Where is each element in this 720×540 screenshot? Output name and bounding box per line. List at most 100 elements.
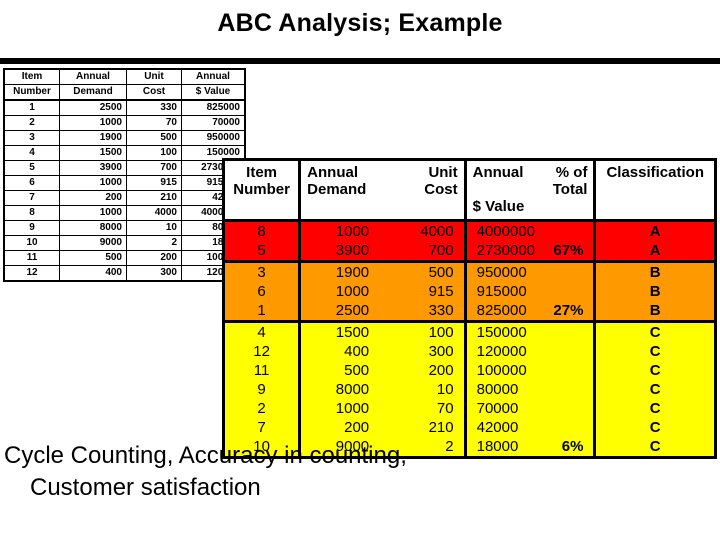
raw-cell-item: 9	[3, 220, 60, 236]
abc-cell-demand: 2500	[335, 302, 370, 319]
abc-cell-item-number: 11	[221, 361, 302, 380]
abc-cell-classification: A	[593, 241, 717, 263]
abc-cell-annual-value: 825000	[476, 302, 527, 319]
abc-cell-item-number: 12	[221, 342, 302, 361]
abc-cell-item-number: 6	[221, 282, 302, 301]
raw-cell-item: 6	[3, 175, 60, 191]
abc-cell-annual-value: 2730000	[476, 242, 536, 259]
table-row: 2 1000 70 70000	[3, 115, 246, 131]
raw-header-cost-line1: Unit	[126, 68, 182, 85]
raw-cell-demand: 1000	[59, 115, 127, 131]
abc-cell-demand-cost: 3900 700	[298, 241, 467, 263]
abc-cell-annual-value: 70000	[476, 400, 519, 417]
table-row: 720021042000	[3, 190, 246, 206]
table-row: 3 1900 500 950000	[3, 130, 246, 146]
abc-cell-value-percent: 120000	[463, 342, 597, 361]
abc-cell-classification: C	[593, 380, 717, 399]
page-title: ABC Analysis; Example	[217, 9, 503, 37]
abc-header-classification: Classification	[593, 159, 717, 222]
abc-cell-cost: 70	[436, 400, 454, 417]
abc-cell-annual-value: 42000	[476, 419, 519, 436]
raw-cell-demand: 1000	[59, 205, 127, 221]
abc-cell-annual-value: 950000	[476, 264, 527, 281]
abc-cell-cost: 330	[428, 302, 454, 319]
raw-cell-item: 12	[3, 265, 60, 282]
abc-cell-cost: 210	[428, 419, 454, 436]
abc-cell-demand-cost: 1000 915	[298, 282, 467, 301]
raw-cell-cost: 210	[126, 190, 182, 206]
table-row: 980001080000	[3, 220, 246, 236]
abc-header-value-line1: Annual	[472, 164, 524, 181]
abc-cell-item-number: 9	[221, 380, 302, 399]
abc-cell-value-percent: 80000	[463, 380, 597, 399]
table-row: 3 1900 500 950000 B	[221, 261, 717, 282]
abc-header-pct-total: % of Total	[552, 164, 588, 198]
abc-cell-classification: C	[593, 399, 717, 418]
raw-header-value-line2: $ Value	[181, 84, 246, 101]
raw-header-demand-line1: Annual	[59, 68, 127, 85]
abc-cell-item-number: 4	[221, 321, 302, 342]
abc-cell-annual-value: 150000	[476, 324, 527, 341]
raw-cell-cost: 4000	[126, 205, 182, 221]
abc-cell-item-number: 2	[221, 399, 302, 418]
abc-cell-cost: 700	[428, 242, 454, 259]
raw-data-table-container: Item Annual Unit Annual Number Demand Co…	[3, 68, 246, 282]
abc-cell-item-number: 5	[221, 241, 302, 263]
raw-cell-cost: 300	[126, 265, 182, 282]
abc-cell-classification: C	[593, 321, 717, 342]
abc-cell-annual-value: 80000	[476, 381, 519, 398]
abc-cell-annual-value: 915000	[476, 283, 527, 300]
table-row: 5 3900 700 2730000 67% A	[221, 241, 717, 263]
abc-cell-value-percent: 100000	[463, 361, 597, 380]
abc-cell-demand: 500	[344, 362, 370, 379]
table-row: 11 500 200 100000 C	[221, 361, 717, 380]
abc-cell-annual-value: 4000000	[476, 223, 536, 240]
table-row: 9 8000 10 80000 C	[221, 380, 717, 399]
abc-cell-demand-cost: 1500 100	[298, 321, 467, 342]
caption-line-1: Cycle Counting, Accuracy in counting,	[4, 442, 407, 469]
raw-cell-item: 4	[3, 145, 60, 161]
abc-cell-annual-value: 120000	[476, 343, 527, 360]
raw-cell-cost: 330	[126, 99, 182, 116]
abc-cell-classification: B	[593, 282, 717, 301]
abc-cell-demand-cost: 8000 10	[298, 380, 467, 399]
table-row: 4 1500 100 150000	[3, 145, 246, 161]
abc-cell-demand-cost: 1900 500	[298, 261, 467, 282]
table-row: 1 2500 330 825000	[3, 99, 246, 116]
raw-cell-demand: 8000	[59, 220, 127, 236]
abc-cell-classification: C	[593, 418, 717, 437]
raw-table-body: 1 2500 330 825000 2 1000 70 70000 3 1900 500 950000…	[3, 99, 246, 282]
abc-header-value-percent: Annual % of Total $ Value	[463, 159, 597, 222]
raw-cell-value: 825000	[181, 99, 246, 116]
raw-cell-demand: 9000	[59, 235, 127, 251]
abc-cell-classification: B	[593, 301, 717, 323]
abc-cell-percent-total: 27%	[553, 302, 584, 319]
raw-table-head: Item Annual Unit Annual Number Demand Co…	[3, 68, 246, 101]
abc-cell-value-percent: 150000	[463, 321, 597, 342]
abc-cell-value-percent: 825000 27%	[463, 301, 597, 323]
table-row: 61000915915000	[3, 175, 246, 191]
table-row: 11500200100000	[3, 250, 246, 266]
abc-cell-cost: 100	[428, 324, 454, 341]
abc-cell-classification: B	[593, 261, 717, 282]
raw-cell-item: 2	[3, 115, 60, 131]
abc-cell-demand-cost: 1000 70	[298, 399, 467, 418]
raw-cell-value: 950000	[181, 130, 246, 146]
table-row: 7 200 210 42000 C	[221, 418, 717, 437]
raw-header-cost-line2: Cost	[126, 84, 182, 101]
raw-header-item-line2: Number	[3, 84, 60, 101]
raw-cell-demand: 200	[59, 190, 127, 206]
raw-cell-item: 10	[3, 235, 60, 251]
table-row: 5 3900 700 2730000	[3, 160, 246, 176]
abc-cell-value-percent: 2730000 67%	[463, 241, 597, 263]
table-row: 8 1000 4000 4000000 A	[221, 220, 717, 241]
raw-cell-demand: 400	[59, 265, 127, 282]
raw-cell-demand: 500	[59, 250, 127, 266]
raw-cell-demand: 3900	[59, 160, 127, 176]
abc-table-head: Item Number Annual Unit Demand Cost Annu…	[221, 159, 717, 222]
raw-cell-item: 8	[3, 205, 60, 221]
abc-cell-classification: C	[593, 342, 717, 361]
abc-cell-demand-cost: 500 200	[298, 361, 467, 380]
abc-cell-classification: C	[593, 361, 717, 380]
abc-header-cost-line1: Unit	[428, 164, 458, 181]
